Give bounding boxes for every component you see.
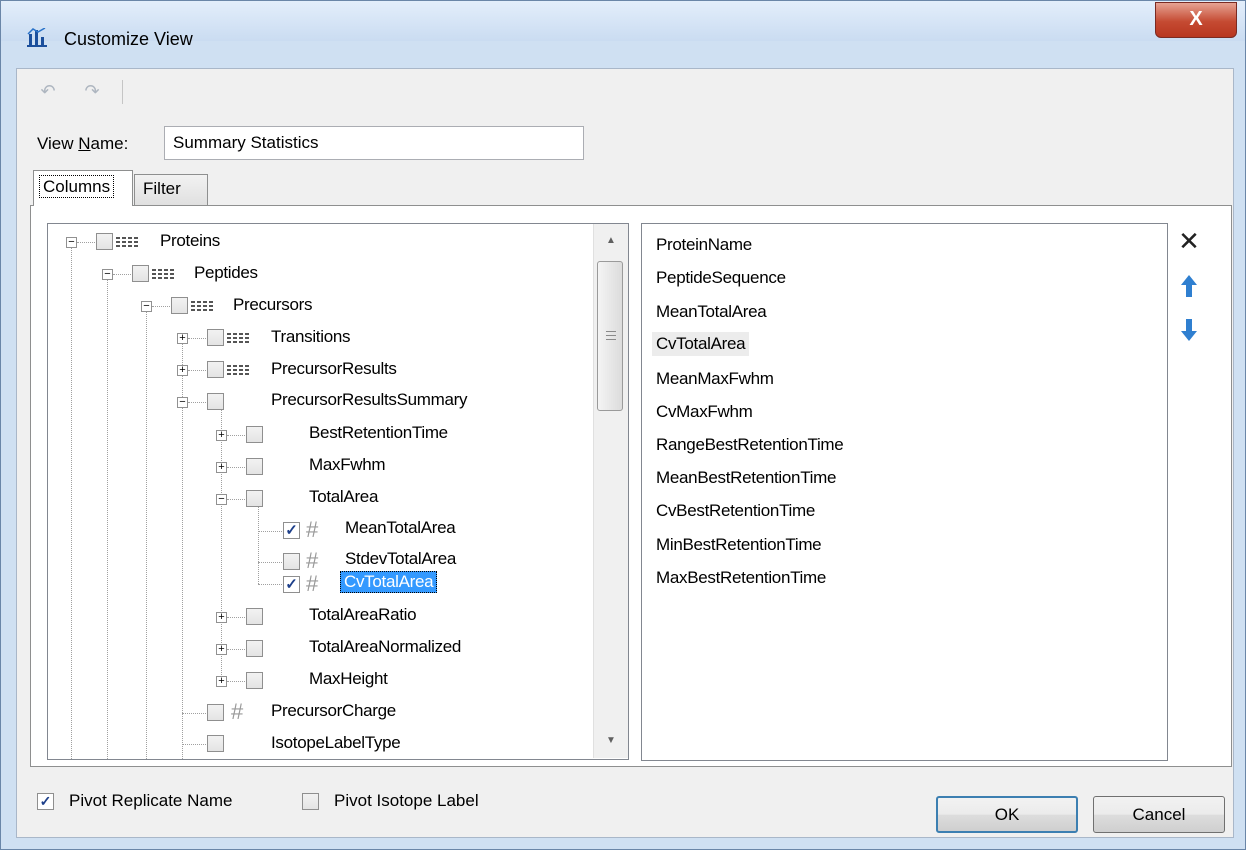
table-icon <box>227 365 249 375</box>
toolbar-separator <box>122 80 123 104</box>
close-button[interactable]: X <box>1155 2 1237 38</box>
cancel-button[interactable]: Cancel <box>1093 796 1225 833</box>
tree-node-precursor-results-summary[interactable]: PrecursorResultsSummary <box>271 390 468 410</box>
expander-peptides[interactable]: − <box>102 269 113 280</box>
number-icon: # <box>306 571 319 596</box>
number-icon: # <box>306 548 319 573</box>
undo-icon[interactable]: ↶ <box>38 81 58 101</box>
tree-node-cv-total-area[interactable]: CvTotalArea <box>340 571 438 593</box>
tree-node-best-retention-time[interactable]: BestRetentionTime <box>309 423 448 443</box>
tree-node-precursor-results[interactable]: PrecursorResults <box>271 359 397 379</box>
pivot-isotope-checkbox[interactable] <box>302 793 319 810</box>
tree-node-total-area-ratio[interactable]: TotalAreaRatio <box>309 605 417 625</box>
selected-columns-list[interactable]: ProteinName PeptideSequence MeanTotalAre… <box>641 223 1168 761</box>
checkbox-transitions[interactable] <box>207 329 224 346</box>
view-name-input[interactable]: Summary Statistics <box>164 126 584 160</box>
table-icon <box>191 301 213 311</box>
tree-node-isotope-label-type[interactable]: IsotopeLabelType <box>271 733 401 753</box>
list-item[interactable]: MeanMaxFwhm <box>656 369 774 389</box>
tree-node-mean-total-area[interactable]: MeanTotalArea <box>345 518 456 538</box>
checkbox-precursor-charge[interactable] <box>207 704 224 721</box>
list-item[interactable]: CvMaxFwhm <box>656 402 753 422</box>
checkbox-precursor-results-summary[interactable] <box>207 393 224 410</box>
checkbox-cv-total-area[interactable]: ✓ <box>283 576 300 593</box>
tree-node-total-area[interactable]: TotalArea <box>309 487 378 507</box>
list-item[interactable]: MinBestRetentionTime <box>656 535 822 555</box>
redo-icon[interactable]: ↷ <box>82 81 102 101</box>
tab-filter[interactable]: Filter <box>134 174 208 205</box>
tree-node-transitions[interactable]: Transitions <box>271 327 351 347</box>
list-item[interactable]: MaxBestRetentionTime <box>656 568 826 588</box>
checkbox-proteins[interactable] <box>96 233 113 250</box>
number-icon: # <box>306 517 319 542</box>
pivot-replicate-checkbox[interactable]: ✓ <box>37 793 54 810</box>
checkbox-isotope-label-type[interactable] <box>207 735 224 752</box>
move-up-icon[interactable] <box>1180 274 1198 298</box>
list-item-selected[interactable]: CvTotalArea <box>652 332 750 356</box>
list-item[interactable]: RangeBestRetentionTime <box>656 435 844 455</box>
scroll-down-arrow[interactable]: ▼ <box>594 730 628 752</box>
table-icon <box>227 333 249 343</box>
list-item[interactable]: MeanTotalArea <box>656 302 767 322</box>
tree-node-max-height[interactable]: MaxHeight <box>309 669 388 689</box>
expander-total-area[interactable]: − <box>216 494 227 505</box>
column-tree[interactable]: − Proteins − Peptides − Precursors + Tra… <box>47 223 629 760</box>
ok-button[interactable]: OK <box>936 796 1078 833</box>
expander-best-retention-time[interactable]: + <box>216 430 227 441</box>
checkbox-max-height[interactable] <box>246 672 263 689</box>
checkbox-stdev-total-area[interactable] <box>283 553 300 570</box>
table-icon <box>152 269 174 279</box>
app-icon <box>27 28 47 47</box>
window-title: Customize View <box>64 29 193 49</box>
expander-max-fwhm[interactable]: + <box>216 462 227 473</box>
expander-proteins[interactable]: − <box>66 237 77 248</box>
tree-node-proteins[interactable]: Proteins <box>160 231 220 251</box>
scroll-thumb[interactable] <box>597 261 623 411</box>
view-name-label: View Name: <box>37 134 129 153</box>
list-item[interactable]: MeanBestRetentionTime <box>656 468 836 488</box>
tree-scrollbar[interactable]: ▲ ▼ <box>593 224 628 758</box>
checkbox-precursors[interactable] <box>171 297 188 314</box>
expander-transitions[interactable]: + <box>177 333 188 344</box>
tree-node-stdev-total-area[interactable]: StdevTotalArea <box>345 549 456 569</box>
scroll-up-arrow[interactable]: ▲ <box>594 230 628 252</box>
list-item[interactable]: PeptideSequence <box>656 268 786 288</box>
checkbox-precursor-results[interactable] <box>207 361 224 378</box>
expander-total-area-ratio[interactable]: + <box>216 612 227 623</box>
expander-precursor-results[interactable]: + <box>177 365 188 376</box>
pivot-isotope-label[interactable]: Pivot Isotope Label <box>334 791 479 811</box>
checkbox-total-area-normalized[interactable] <box>246 640 263 657</box>
tree-node-precursors[interactable]: Precursors <box>233 295 312 315</box>
checkbox-best-retention-time[interactable] <box>246 426 263 443</box>
tree-node-max-fwhm[interactable]: MaxFwhm <box>309 455 386 475</box>
tree-node-peptides[interactable]: Peptides <box>194 263 258 283</box>
checkbox-peptides[interactable] <box>132 265 149 282</box>
expander-max-height[interactable]: + <box>216 676 227 687</box>
table-icon <box>116 237 138 247</box>
number-icon: # <box>231 699 244 724</box>
checkbox-total-area-ratio[interactable] <box>246 608 263 625</box>
tree-node-precursor-charge[interactable]: PrecursorCharge <box>271 701 396 721</box>
tab-columns[interactable]: Columns <box>33 170 133 206</box>
expander-precursor-results-summary[interactable]: − <box>177 397 188 408</box>
remove-column-icon[interactable]: ✕ <box>1176 228 1202 254</box>
list-item[interactable]: ProteinName <box>656 235 752 255</box>
checkbox-max-fwhm[interactable] <box>246 458 263 475</box>
pivot-replicate-label[interactable]: Pivot Replicate Name <box>69 791 232 811</box>
checkbox-mean-total-area[interactable]: ✓ <box>283 522 300 539</box>
tree-node-total-area-normalized[interactable]: TotalAreaNormalized <box>309 637 461 657</box>
expander-precursors[interactable]: − <box>141 301 152 312</box>
list-item[interactable]: CvBestRetentionTime <box>656 501 815 521</box>
checkbox-total-area[interactable] <box>246 490 263 507</box>
move-down-icon[interactable] <box>1180 318 1198 342</box>
expander-total-area-normalized[interactable]: + <box>216 644 227 655</box>
